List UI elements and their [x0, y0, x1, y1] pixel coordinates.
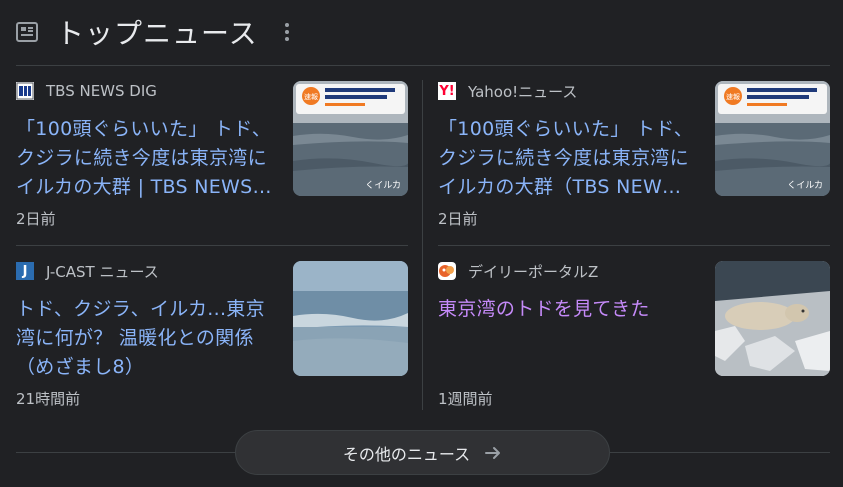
- news-time: 1週間前: [438, 390, 493, 408]
- news-headline[interactable]: 「100頭ぐらいいた」 トド、クジラに続き今度は東京湾にイルカの大群 | TBS…: [16, 115, 281, 202]
- newspaper-icon: [16, 22, 38, 42]
- news-card[interactable]: Y! Yahoo!ニュース 「100頭ぐらいいた」 トド、クジラに続き今度は東京…: [438, 81, 830, 231]
- news-card[interactable]: TBS NEWS DIG 「100頭ぐらいいた」 トド、クジラに続き今度は東京湾…: [16, 81, 408, 231]
- news-time: 2日前: [438, 210, 478, 228]
- arrow-right-icon: [485, 446, 501, 459]
- jcast-logo-icon: J: [16, 262, 34, 280]
- more-news-button[interactable]: その他のニュース: [235, 430, 610, 475]
- more-news-label: その他のニュース: [342, 444, 471, 464]
- section-header: トップニュース: [16, 12, 290, 52]
- news-card[interactable]: J J-CAST ニュース トド、クジラ、イルカ...東京湾に何が？ 温暖化との…: [16, 261, 408, 411]
- news-thumbnail[interactable]: 速報 くイルカ: [715, 81, 830, 196]
- yahoo-logo-icon: Y!: [438, 82, 456, 100]
- news-source: デイリーポータルZ: [438, 261, 598, 281]
- news-headline[interactable]: 東京湾のトドを見てきた: [438, 295, 703, 324]
- news-headline[interactable]: トド、クジラ、イルカ...東京湾に何が？ 温暖化との関係（めざまし8）: [16, 295, 281, 382]
- news-time: 21時間前: [16, 390, 81, 408]
- thumbnail-badge: 速報: [726, 93, 740, 101]
- dailyportalz-logo-icon: [438, 262, 456, 280]
- news-time: 2日前: [16, 210, 56, 228]
- footer-divider-left: [16, 452, 235, 453]
- source-name: デイリーポータルZ: [468, 262, 599, 281]
- header-divider: [16, 65, 830, 66]
- tbs-logo-icon: [16, 82, 34, 100]
- news-thumbnail[interactable]: [293, 261, 408, 376]
- news-card[interactable]: デイリーポータルZ 東京湾のトドを見てきた 1週間前: [438, 261, 830, 411]
- source-name: J-CAST ニュース: [46, 262, 159, 281]
- news-thumbnail[interactable]: [715, 261, 830, 376]
- thumbnail-caption: くイルカ: [787, 180, 823, 191]
- source-name: Yahoo!ニュース: [468, 82, 578, 101]
- section-title: トップニュース: [56, 17, 258, 50]
- source-name: TBS NEWS DIG: [46, 82, 157, 100]
- news-thumbnail[interactable]: 速報 くイルカ: [293, 81, 408, 196]
- more-vert-icon[interactable]: [284, 23, 290, 41]
- news-source: TBS NEWS DIG: [16, 81, 157, 101]
- column-divider: [422, 80, 423, 410]
- thumbnail-badge: 速報: [304, 93, 318, 101]
- thumbnail-caption: くイルカ: [365, 180, 401, 191]
- row-divider-left: [16, 245, 408, 246]
- footer-divider-right: [610, 452, 830, 453]
- row-divider-right: [438, 245, 830, 246]
- news-source: J J-CAST ニュース: [16, 261, 159, 281]
- news-source: Y! Yahoo!ニュース: [438, 81, 577, 101]
- news-headline[interactable]: 「100頭ぐらいいた」 トド、クジラに続き今度は東京湾にイルカの大群（TBS N…: [438, 115, 703, 202]
